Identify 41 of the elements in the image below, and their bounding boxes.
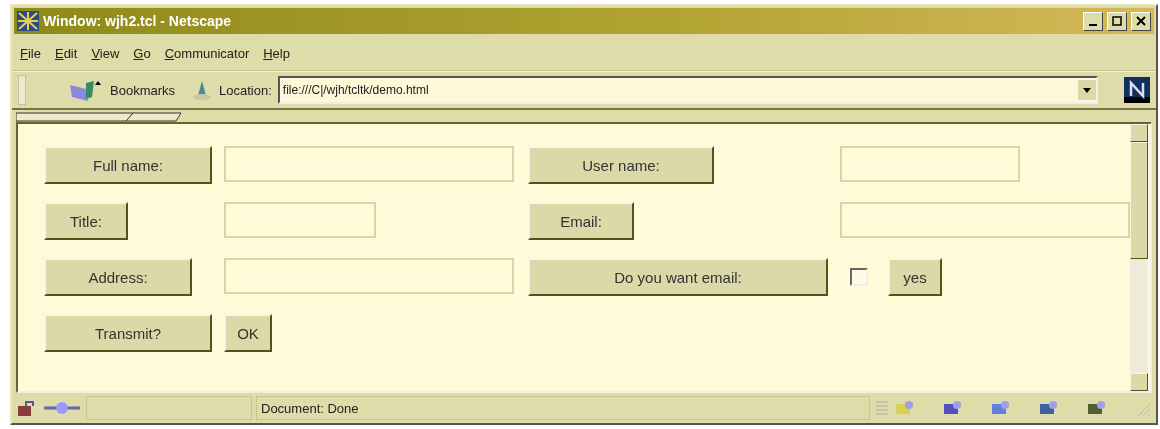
ok-button[interactable]: OK [224,314,272,352]
close-button[interactable] [1131,11,1151,31]
menu-item[interactable]: View [91,45,120,61]
scrollbar[interactable] [1130,124,1148,391]
close-icon [1136,16,1146,26]
menu-item[interactable]: File [20,45,41,61]
minimize-icon [1089,24,1097,26]
checkbox[interactable] [850,268,868,286]
label-button[interactable]: Email: [528,202,634,240]
toolbar-tabs-drawing[interactable] [16,112,184,122]
text-field[interactable] [224,258,514,294]
menu-item[interactable]: Communicator [164,45,250,61]
location-field[interactable]: file:///C|/wjh/tcltk/demo.html [277,76,1098,104]
minimize-button[interactable] [1083,11,1103,31]
label-button[interactable]: Title: [44,202,128,240]
window-title: Window: wjh2.tcl - Netscape [43,13,233,29]
status-text: Document: Done [261,400,359,416]
label-button[interactable]: Address: [44,258,192,296]
menu-item[interactable]: Help [263,45,290,61]
text-field[interactable] [840,146,1020,182]
connection-icon[interactable] [42,401,82,415]
bookmarks-label[interactable]: Bookmarks [110,82,176,98]
label-button[interactable]: Do you want email: [528,258,828,296]
label-button[interactable]: Full name: [44,146,212,184]
maximize-icon [1112,16,1122,26]
label-button[interactable]: Transmit? [44,314,212,352]
text-field[interactable] [224,202,376,238]
grip-icon [874,398,890,418]
maximize-button[interactable] [1107,11,1127,31]
menu-item[interactable]: Edit [54,45,78,61]
netscape-logo-icon [17,11,39,31]
label-button[interactable]: User name: [528,146,714,184]
dropdown-icon[interactable] [1078,80,1096,100]
location-label: Location: [219,82,272,98]
menu-item[interactable]: Go [133,45,151,61]
yes-button[interactable]: yes [888,258,942,296]
bookmarks-icon[interactable] [68,79,104,101]
netscape-n-icon[interactable] [1124,77,1150,103]
text-field[interactable] [224,146,514,182]
text-field[interactable] [840,202,1130,238]
grip-icon[interactable] [18,75,26,105]
